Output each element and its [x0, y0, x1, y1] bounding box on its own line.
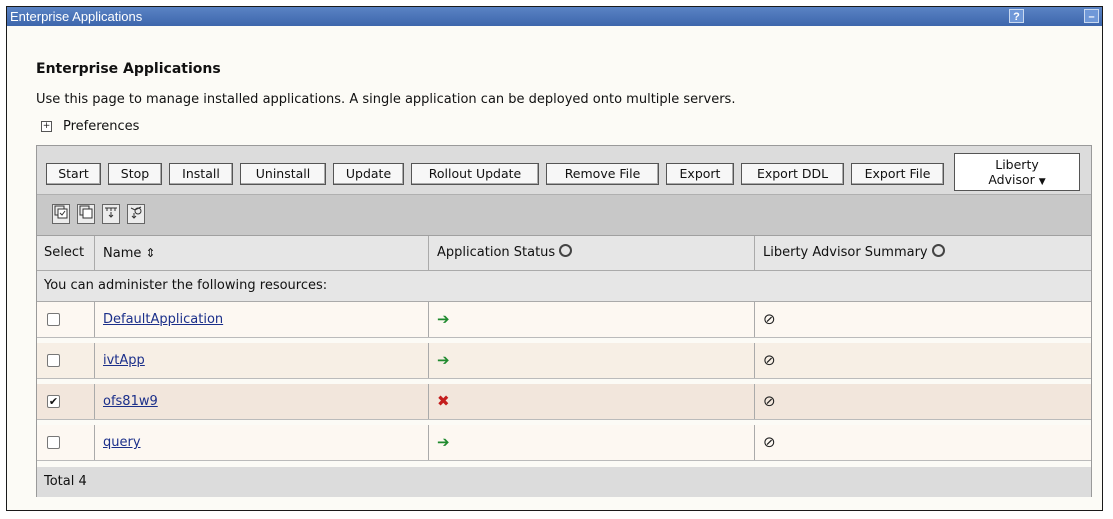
uninstall-button[interactable]: Uninstall	[240, 163, 326, 185]
sort-icon[interactable]: ⇕	[145, 246, 155, 260]
panel-title-bar: Enterprise Applications ? –	[7, 7, 1102, 26]
clear-filter-icon[interactable]	[127, 204, 145, 224]
table-header-row: Select Name ⇕ Application Status Liberty …	[37, 236, 1091, 271]
not-available-icon: ⊘	[763, 433, 776, 451]
stop-button[interactable]: Stop	[108, 163, 162, 185]
row-select-checkbox[interactable]: ✔	[47, 395, 60, 408]
preferences-toggle[interactable]: + Preferences	[41, 119, 139, 134]
application-link[interactable]: ivtApp	[103, 343, 145, 378]
remove-file-button[interactable]: Remove File	[546, 163, 659, 185]
column-divider	[754, 425, 755, 460]
page-description: Use this page to manage installed applic…	[36, 92, 736, 107]
rollout-update-button[interactable]: Rollout Update	[411, 163, 539, 185]
status-column-header: Application Status	[437, 236, 573, 270]
column-divider	[754, 236, 755, 270]
enterprise-applications-panel: Enterprise Applications ? – Enterprise A…	[6, 6, 1103, 511]
deselect-all-icon[interactable]	[77, 204, 95, 224]
status-header-label: Application Status	[437, 245, 556, 260]
started-arrow-icon: ➔	[437, 351, 450, 369]
table-row: query ➔ ⊘	[37, 425, 1091, 461]
name-header-label: Name	[103, 246, 142, 261]
install-button[interactable]: Install	[169, 163, 233, 185]
table-row: ✔ ofs81w9 ✖ ⊘	[37, 384, 1091, 420]
export-button[interactable]: Export	[666, 163, 734, 185]
table-row: ivtApp ➔ ⊘	[37, 343, 1091, 379]
column-divider	[754, 384, 755, 419]
column-divider	[94, 425, 95, 460]
started-arrow-icon: ➔	[437, 433, 450, 451]
column-divider	[428, 236, 429, 270]
minimize-icon[interactable]: –	[1084, 9, 1099, 23]
liberty-column-header: Liberty Advisor Summary	[763, 236, 945, 270]
column-divider	[94, 343, 95, 378]
not-available-icon: ⊘	[763, 351, 776, 369]
show-filter-icon[interactable]	[102, 204, 120, 224]
column-divider	[94, 302, 95, 337]
name-column-header[interactable]: Name ⇕	[103, 236, 155, 270]
not-available-icon: ⊘	[763, 392, 776, 410]
application-link[interactable]: DefaultApplication	[103, 302, 223, 337]
applications-collection-table: Start Stop Install Uninstall Update Roll…	[36, 145, 1092, 497]
column-divider	[428, 343, 429, 378]
column-divider	[428, 302, 429, 337]
page-title: Enterprise Applications	[36, 61, 221, 77]
select-all-icon[interactable]	[52, 204, 70, 224]
column-divider	[428, 384, 429, 419]
refresh-liberty-icon[interactable]	[931, 244, 945, 257]
update-button[interactable]: Update	[333, 163, 404, 185]
start-button[interactable]: Start	[46, 163, 101, 185]
panel-title: Enterprise Applications	[10, 9, 143, 24]
column-divider	[428, 425, 429, 460]
not-available-icon: ⊘	[763, 310, 776, 328]
select-column-header: Select	[44, 245, 85, 260]
column-divider	[94, 384, 95, 419]
row-select-checkbox[interactable]	[47, 354, 60, 367]
liberty-advisor-label-line1: Liberty	[995, 157, 1039, 172]
table-icon-bar	[37, 195, 1091, 236]
action-button-bar: Start Stop Install Uninstall Update Roll…	[37, 146, 1091, 195]
liberty-advisor-line2: Advisor ▼	[955, 172, 1079, 190]
table-subheader: You can administer the following resourc…	[37, 271, 1091, 302]
liberty-advisor-label-line2: Advisor	[988, 172, 1035, 187]
help-icon[interactable]: ?	[1009, 9, 1024, 23]
row-select-checkbox[interactable]	[47, 313, 60, 326]
column-divider	[754, 302, 755, 337]
plus-box-icon[interactable]: +	[41, 121, 52, 132]
export-ddl-button[interactable]: Export DDL	[741, 163, 844, 185]
stopped-x-icon: ✖	[437, 392, 450, 410]
table-row: DefaultApplication ➔ ⊘	[37, 302, 1091, 338]
export-file-button[interactable]: Export File	[851, 163, 944, 185]
column-divider	[94, 236, 95, 270]
preferences-label[interactable]: Preferences	[63, 119, 139, 134]
row-select-checkbox[interactable]	[47, 436, 60, 449]
started-arrow-icon: ➔	[437, 310, 450, 328]
caret-down-icon: ▼	[1038, 177, 1046, 187]
liberty-header-label: Liberty Advisor Summary	[763, 245, 928, 260]
liberty-advisor-dropdown[interactable]: Liberty Advisor ▼	[954, 153, 1080, 191]
refresh-status-icon[interactable]	[559, 244, 573, 257]
application-link[interactable]: query	[103, 425, 141, 460]
application-link[interactable]: ofs81w9	[103, 384, 158, 419]
column-divider	[754, 343, 755, 378]
table-total-footer: Total 4	[37, 467, 1091, 497]
